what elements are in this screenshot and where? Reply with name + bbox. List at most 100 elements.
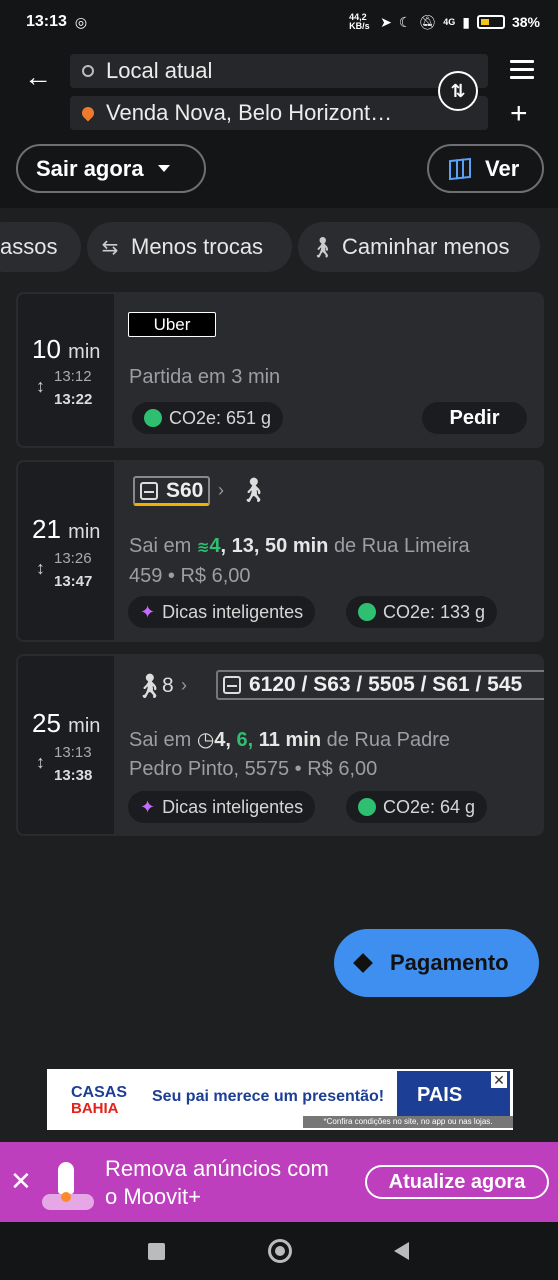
smart-tips-badge[interactable]: ✦ Dicas inteligentes — [128, 596, 316, 628]
departs-in-label: Sai em — [129, 729, 192, 751]
stop-address-fare: Pedro Pinto, 5575 • R$ 6,00 — [129, 758, 378, 780]
ad-fine-print: *Confira condições no site, no app ou na… — [303, 1116, 513, 1128]
walk-minutes: 8 — [162, 674, 174, 697]
destination-pin-icon — [79, 104, 97, 122]
view-map-button[interactable]: Ver — [427, 144, 544, 193]
departure-info: Sai em ◷4, 6, 11 min de Rua Padre Pedro … — [129, 726, 532, 784]
route-card-bus-multi[interactable]: 25 min ↕ 13:13 13:38 🚶︎ 8 › 6120 / S63 /… — [16, 654, 544, 836]
stop-name: de Rua Padre — [326, 729, 451, 751]
recents-icon[interactable] — [148, 1243, 165, 1260]
chip-fewer-transfers[interactable]: ⇆ Menos trocas — [87, 222, 292, 272]
payment-button[interactable]: Pagamento — [334, 929, 539, 997]
remove-ads-line1: Remova anúncios com — [105, 1156, 329, 1181]
scheduled-time: 11 — [258, 729, 280, 751]
route-time-column: 10 min ↕ 13:12 13:22 — [18, 294, 114, 446]
arrive-time: 13:22 — [54, 391, 93, 408]
order-ride-button[interactable]: Pedir — [422, 402, 527, 434]
stop-address-fare: 459 • R$ 6,00 — [129, 565, 251, 587]
scheduled-time: 4, — [214, 729, 231, 751]
status-bar: 13:13 ◎ 44,2 KB/s ➤ ☾ 🔕︎ 4G ▮ 38% — [0, 0, 558, 44]
duration-unit: min — [68, 341, 101, 363]
route-card-bus-s60[interactable]: 21 min ↕ 13:26 13:47 S60 › 🚶︎ Sai em ≋4,… — [16, 460, 544, 642]
smart-tips-badge[interactable]: ✦ Dicas inteligentes — [128, 791, 316, 823]
walk-icon: 🚶︎ — [310, 236, 336, 259]
time-range-icon: ↕ — [36, 376, 45, 396]
origin-text: Local atual — [106, 58, 213, 83]
co2-badge: CO2e: 651 g — [132, 402, 284, 434]
chevron-right-icon: › — [218, 480, 224, 500]
bus-lines-badge: 6120 / S63 / 5505 / S61 / 545 — [216, 670, 544, 700]
system-nav-bar — [0, 1222, 558, 1280]
co2-badge: CO2e: 64 g — [346, 791, 488, 823]
swap-icon[interactable]: ⇅ — [438, 71, 478, 111]
walk-icon: 🚶︎ — [134, 673, 165, 700]
add-stop-icon[interactable]: + — [510, 99, 528, 129]
route-time-column: 25 min ↕ 13:13 13:38 — [18, 656, 114, 834]
departure-info: Partida em 3 min — [129, 366, 281, 388]
home-icon[interactable] — [268, 1239, 292, 1263]
battery-icon — [476, 15, 505, 29]
clock-icon: ◷ — [196, 729, 215, 751]
bus-icon — [223, 676, 241, 694]
chip-fewer-steps[interactable]: assos — [0, 222, 81, 272]
chip-label: assos — [0, 234, 58, 259]
chip-label: Caminhar menos — [342, 234, 510, 259]
departs-in-label: Sai em — [129, 535, 192, 557]
depart-time: 13:26 — [54, 550, 92, 567]
ad-banner[interactable]: CASAS BAHIA Seu pai merece um presentão!… — [47, 1069, 513, 1130]
time-range-icon: ↕ — [36, 558, 45, 578]
co2-text: CO2e: 651 g — [169, 407, 272, 428]
remove-ads-line2: o Moovit+ — [105, 1184, 201, 1209]
remove-ads-banner: ✕ Remova anúncios com o Moovit+ Atualize… — [0, 1142, 558, 1222]
sparkle-icon: ✦ — [140, 796, 156, 817]
bus-icon — [140, 481, 158, 500]
transfer-icon: ⇆ — [101, 236, 119, 259]
payment-label: Pagamento — [390, 950, 509, 975]
depart-time: 13:13 — [54, 744, 92, 761]
ad-message: Seu pai merece um presentão! — [152, 1088, 385, 1105]
rocket-icon — [42, 1160, 94, 1210]
signal-icon: ▮ — [462, 13, 470, 30]
time-range-icon: ↕ — [36, 752, 45, 772]
ticket-icon — [353, 953, 373, 973]
battery-level: 38% — [511, 14, 540, 30]
net-speed: 44,2 KB/s — [349, 12, 370, 31]
location-icon: ➤ — [380, 13, 392, 30]
origin-field[interactable]: Local atual — [70, 54, 488, 88]
globe-icon — [358, 798, 376, 816]
duration-unit: min — [68, 715, 101, 737]
route-header: ← Local atual Venda Nova, Belo Horizont…… — [0, 44, 558, 208]
uber-logo: Uber — [128, 312, 216, 337]
ad-brand-bottom: BAHIA — [71, 1100, 119, 1117]
destination-text: Venda Nova, Belo Horizont… — [106, 100, 393, 125]
globe-icon — [358, 603, 376, 621]
bus-line-number: S60 — [166, 478, 204, 502]
departure-info: Sai em ≋4, 13, 50 min de Rua Limeira 459… — [129, 532, 532, 590]
chevron-right-icon: › — [181, 675, 187, 695]
route-duration: 25 min — [32, 708, 100, 739]
destination-field[interactable]: Venda Nova, Belo Horizont… — [70, 96, 488, 130]
minutes-unit: min — [285, 729, 322, 751]
origin-dot-icon — [82, 65, 94, 77]
sparkle-icon: ✦ — [140, 601, 156, 622]
smart-tips-text: Dicas inteligentes — [162, 796, 304, 817]
route-time-column: 21 min ↕ 13:26 13:47 — [18, 462, 114, 640]
route-card-uber[interactable]: 10 min ↕ 13:12 13:22 Uber Partida em 3 m… — [16, 292, 544, 448]
departure-times-line: Sai em ◷4, 6, 11 min de Rua Padre — [129, 726, 532, 755]
back-arrow-icon[interactable]: ← — [24, 62, 54, 92]
arrive-time: 13:38 — [54, 767, 93, 784]
status-time: 13:13 — [26, 13, 67, 30]
departure-times-line: Sai em ≋4, 13, 50 min de Rua Limeira — [129, 535, 470, 557]
view-map-label: Ver — [485, 155, 520, 181]
realtime-time: 6, — [236, 729, 254, 751]
network-label: 4G — [443, 17, 456, 27]
back-icon[interactable] — [394, 1242, 409, 1260]
upgrade-now-button[interactable]: Atualize agora — [365, 1165, 549, 1199]
leave-now-dropdown[interactable]: Sair agora — [16, 144, 206, 193]
ad-close-icon[interactable]: ✕ — [491, 1072, 507, 1088]
close-icon[interactable]: ✕ — [10, 1166, 32, 1197]
filter-settings-icon[interactable] — [508, 57, 536, 83]
stop-name: de Rua Limeira — [333, 535, 470, 557]
filter-chips: assos ⇆ Menos trocas 🚶︎ Caminhar menos — [0, 222, 558, 272]
chip-walk-less[interactable]: 🚶︎ Caminhar menos — [298, 222, 540, 272]
